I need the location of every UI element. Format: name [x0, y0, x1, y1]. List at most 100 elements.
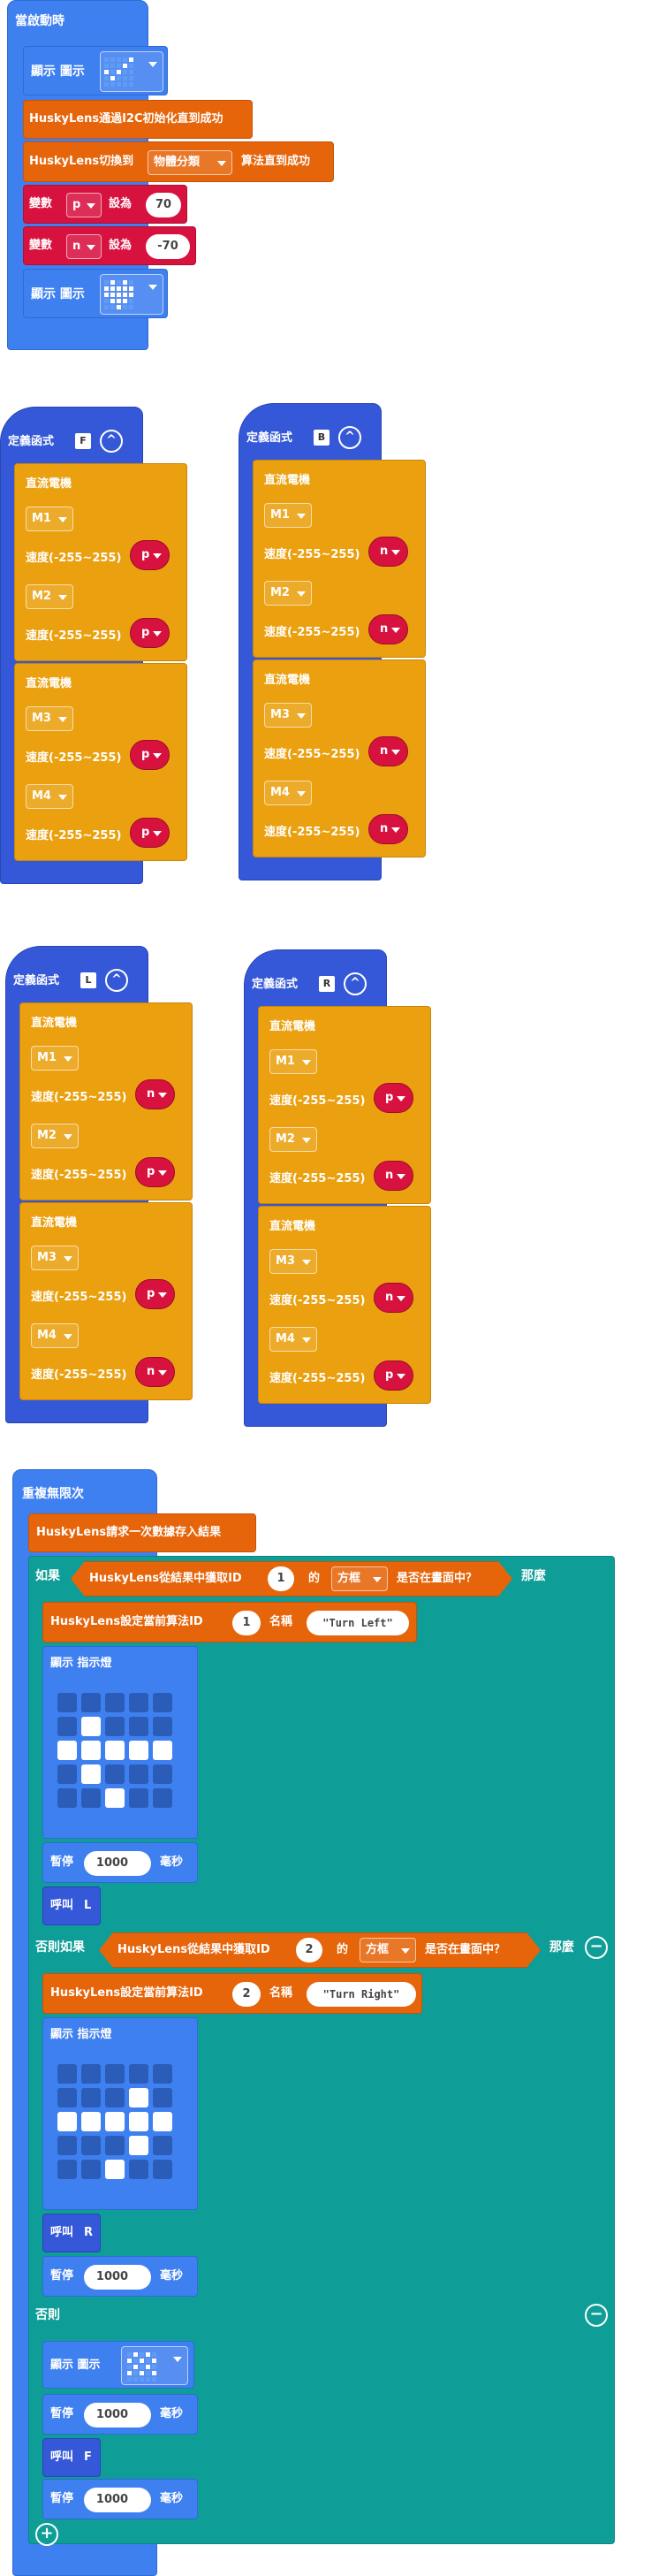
- motor-block[interactable]: 直流電機 M1 速度(-255~255) n M2 速度(-255~255) n: [253, 460, 426, 658]
- led-cell[interactable]: [81, 2088, 101, 2107]
- set-name-block[interactable]: HuskyLens設定當前算法ID 1 名稱 "Turn Left": [42, 1602, 417, 1642]
- led-cell[interactable]: [81, 2136, 101, 2155]
- led-grid[interactable]: [57, 1693, 172, 1808]
- led-cell[interactable]: [153, 2064, 172, 2084]
- id-input[interactable]: 2: [232, 1982, 261, 2007]
- id-input[interactable]: 1: [268, 1566, 294, 1591]
- name-input[interactable]: "Turn Right": [307, 1982, 416, 2007]
- led-cell[interactable]: [81, 1788, 101, 1808]
- motor-dropdown[interactable]: M2: [269, 1127, 317, 1152]
- led-cell[interactable]: [57, 2112, 77, 2131]
- call-L-block[interactable]: 呼叫 L: [42, 1886, 101, 1925]
- led-cell[interactable]: [129, 1788, 148, 1808]
- motor-dropdown[interactable]: M3: [269, 1249, 317, 1274]
- call-R-block[interactable]: 呼叫 R: [42, 2214, 101, 2252]
- husky-request-block[interactable]: HuskyLens請求一次數據存入結果: [28, 1513, 256, 1552]
- pause-block[interactable]: 暫停 1000 毫秒: [42, 2394, 198, 2435]
- led-cell[interactable]: [129, 2160, 148, 2179]
- led-cell[interactable]: [105, 2136, 125, 2155]
- led-cell[interactable]: [129, 2088, 148, 2107]
- led-cell[interactable]: [57, 1764, 77, 1784]
- motor-block[interactable]: 直流電機 M1 速度(-255~255) p M2 速度(-255~255) n: [258, 1006, 431, 1204]
- show-leds-block[interactable]: 顯示 指示燈: [42, 2017, 198, 2210]
- icon-dropdown[interactable]: [100, 274, 163, 315]
- led-cell[interactable]: [153, 2112, 172, 2131]
- led-cell[interactable]: [129, 2112, 148, 2131]
- speed-value[interactable]: p: [135, 1279, 176, 1309]
- led-cell[interactable]: [57, 2136, 77, 2155]
- speed-value[interactable]: p: [130, 618, 170, 648]
- speed-value[interactable]: n: [368, 736, 409, 766]
- led-cell[interactable]: [81, 1741, 101, 1760]
- speed-value[interactable]: p: [130, 740, 170, 770]
- variable-dropdown[interactable]: p: [66, 193, 102, 217]
- motor-block[interactable]: 直流電機 M1 速度(-255~255) p M2 速度(-255~255) p: [14, 463, 187, 661]
- condition-2[interactable]: HuskyLens從結果中獲取ID 2 的 方框 是否在畫面中？: [99, 1932, 541, 1968]
- led-cell[interactable]: [153, 1741, 172, 1760]
- led-cell[interactable]: [81, 1764, 101, 1784]
- set-p-block[interactable]: 變數 p 設為 70: [23, 185, 187, 224]
- led-cell[interactable]: [105, 2088, 125, 2107]
- led-cell[interactable]: [153, 2160, 172, 2179]
- motor-dropdown[interactable]: M2: [26, 584, 73, 609]
- collapse-icon[interactable]: ^: [100, 430, 123, 453]
- function-name[interactable]: R: [319, 976, 335, 992]
- pause-block[interactable]: 暫停 1000 毫秒: [42, 2256, 198, 2297]
- box-dropdown[interactable]: 方框: [360, 1938, 416, 1962]
- motor-block[interactable]: 直流電機 M3 速度(-255~255) n M4 速度(-255~255) n: [253, 659, 426, 857]
- led-grid[interactable]: [57, 2064, 172, 2179]
- condition-1[interactable]: HuskyLens從結果中獲取ID 1 的 方框 是否在畫面中？: [71, 1561, 512, 1597]
- pause-block[interactable]: 暫停 1000 毫秒: [42, 1842, 198, 1883]
- led-cell[interactable]: [57, 2088, 77, 2107]
- motor-dropdown[interactable]: M4: [269, 1327, 317, 1352]
- speed-value[interactable]: n: [368, 814, 409, 844]
- husky-switch-block[interactable]: HuskyLens切換到 物體分類 算法直到成功: [23, 141, 334, 182]
- algorithm-dropdown[interactable]: 物體分類: [148, 150, 232, 175]
- pause-input[interactable]: 1000: [84, 1851, 151, 1876]
- led-cell[interactable]: [129, 1717, 148, 1736]
- led-cell[interactable]: [153, 1788, 172, 1808]
- led-cell[interactable]: [105, 1741, 125, 1760]
- set-name-block[interactable]: HuskyLens設定當前算法ID 2 名稱 "Turn Right": [42, 1973, 422, 2014]
- add-branch-icon[interactable]: +: [35, 2523, 58, 2546]
- led-cell[interactable]: [129, 1741, 148, 1760]
- speed-value[interactable]: n: [135, 1357, 176, 1387]
- led-cell[interactable]: [81, 2112, 101, 2131]
- set-n-block[interactable]: 變數 n 設為 -70: [23, 226, 196, 265]
- speed-value[interactable]: p: [130, 540, 170, 570]
- speed-value[interactable]: n: [374, 1283, 414, 1313]
- icon-dropdown[interactable]: [100, 51, 163, 92]
- motor-block[interactable]: 直流電機 M3 速度(-255~255) p M4 速度(-255~255) p: [14, 663, 187, 861]
- motor-dropdown[interactable]: M1: [26, 507, 73, 531]
- led-cell[interactable]: [129, 1764, 148, 1784]
- led-cell[interactable]: [129, 2064, 148, 2084]
- speed-value[interactable]: p: [374, 1360, 414, 1391]
- led-cell[interactable]: [105, 2160, 125, 2179]
- led-cell[interactable]: [105, 2064, 125, 2084]
- speed-value[interactable]: p: [130, 818, 170, 848]
- function-name[interactable]: L: [80, 972, 96, 988]
- led-cell[interactable]: [105, 2112, 125, 2131]
- motor-dropdown[interactable]: M3: [26, 706, 73, 731]
- motor-dropdown[interactable]: M3: [264, 703, 312, 728]
- call-F-block[interactable]: 呼叫 F: [42, 2438, 101, 2477]
- led-cell[interactable]: [153, 2088, 172, 2107]
- collapse-icon[interactable]: ^: [344, 972, 367, 995]
- led-cell[interactable]: [57, 2064, 77, 2084]
- pause-block[interactable]: 暫停 1000 毫秒: [42, 2479, 198, 2519]
- variable-dropdown[interactable]: n: [66, 234, 102, 259]
- led-cell[interactable]: [81, 2064, 101, 2084]
- speed-value[interactable]: n: [374, 1161, 414, 1191]
- id-input[interactable]: 1: [232, 1611, 261, 1635]
- led-cell[interactable]: [153, 2136, 172, 2155]
- box-dropdown[interactable]: 方框: [331, 1566, 388, 1591]
- function-name[interactable]: B: [314, 430, 330, 446]
- led-cell[interactable]: [57, 2160, 77, 2179]
- collapse-icon[interactable]: ^: [338, 426, 361, 449]
- motor-block[interactable]: 直流電機 M3 速度(-255~255) p M4 速度(-255~255) n: [19, 1202, 193, 1400]
- motor-dropdown[interactable]: M2: [31, 1124, 79, 1148]
- speed-value[interactable]: p: [374, 1083, 414, 1113]
- motor-block[interactable]: 直流電機 M3 速度(-255~255) n M4 速度(-255~255) p: [258, 1206, 431, 1404]
- led-cell[interactable]: [153, 1693, 172, 1712]
- led-cell[interactable]: [81, 2160, 101, 2179]
